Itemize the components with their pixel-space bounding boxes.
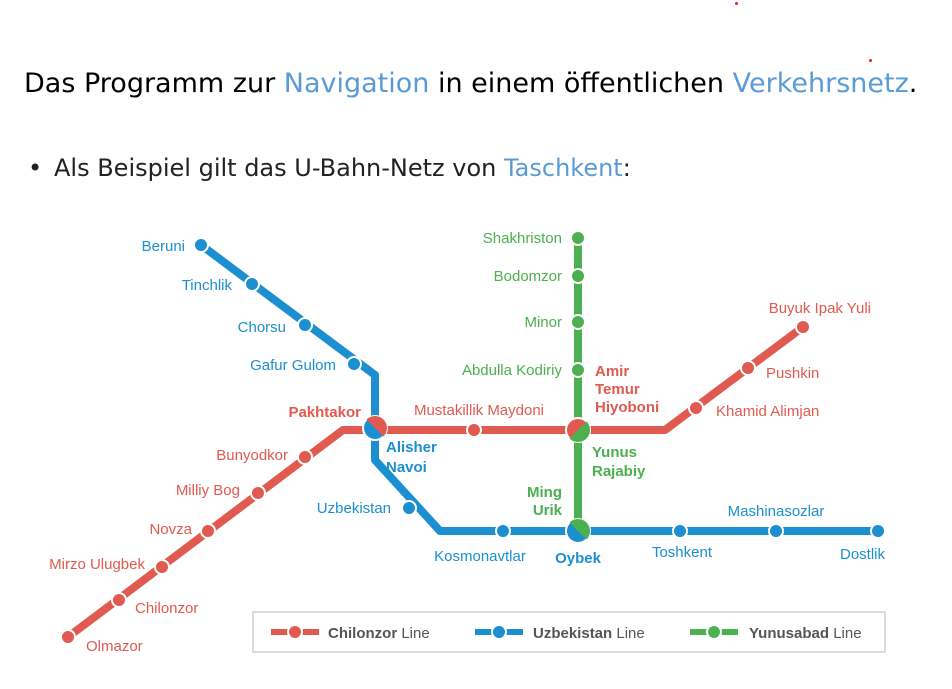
interchange-pakhtakor-alisher-navoi[interactable]	[362, 415, 388, 441]
label-oybek: Oybek	[555, 550, 602, 567]
station-shakhriston[interactable]	[570, 230, 586, 246]
label-shakhriston: Shakhriston	[483, 230, 562, 247]
station-beruni[interactable]	[193, 237, 209, 253]
station-olmazor[interactable]	[60, 629, 76, 645]
label-tinchlik: Tinchlik	[182, 277, 233, 294]
label-amir: Amir	[595, 363, 629, 380]
station-khamid-alimjan[interactable]	[688, 400, 704, 416]
legend-yunusabad-suffix: Line	[829, 625, 862, 642]
label-abdulla-kodiriy: Abdulla Kodiriy	[462, 362, 563, 379]
legend-yunusabad: Yunusabad Line	[690, 624, 862, 642]
station-uzbekistan[interactable]	[401, 500, 417, 516]
label-dostlik: Dostlik	[840, 546, 886, 563]
label-mashinasozlar: Mashinasozlar	[728, 503, 825, 520]
label-bunyodkor: Bunyodkor	[216, 447, 288, 464]
label-gafur-gulom: Gafur Gulom	[250, 357, 336, 374]
legend: Chilonzor Line Uzbekistan Line Yunusabad…	[252, 611, 886, 653]
label-urik: Urik	[533, 502, 563, 519]
label-chorsu: Chorsu	[238, 319, 286, 336]
station-toshkent[interactable]	[672, 523, 688, 539]
station-bodomzor[interactable]	[570, 268, 586, 284]
station-buyuk-ipak-yuli[interactable]	[795, 319, 811, 335]
legend-uzbekistan-name: Uzbekistan	[533, 625, 612, 642]
label-mustakillik-maydoni: Mustakillik Maydoni	[414, 402, 544, 419]
label-uzbekistan: Uzbekistan	[317, 500, 391, 517]
station-kosmonavtlar[interactable]	[495, 523, 511, 539]
station-mashinasozlar[interactable]	[768, 523, 784, 539]
label-yunus: Yunus	[592, 444, 637, 461]
label-temur: Temur	[595, 381, 640, 398]
station-gafur-gulom[interactable]	[346, 356, 362, 372]
svg-text:Yunusabad Line: Yunusabad Line	[749, 625, 862, 642]
station-minor[interactable]	[570, 314, 586, 330]
interchange-amir-temur-yunus-rajabiy[interactable]	[565, 417, 591, 443]
label-kosmonavtlar: Kosmonavtlar	[434, 548, 526, 565]
station-tinchlik[interactable]	[244, 276, 260, 292]
label-toshkent: Toshkent	[652, 544, 713, 561]
label-khamid-alimjan: Khamid Alimjan	[716, 403, 819, 420]
label-hiyoboni: Hiyoboni	[595, 399, 659, 416]
svg-text:Chilonzor Line: Chilonzor Line	[328, 625, 430, 642]
label-ming: Ming	[527, 484, 562, 501]
label-alisher: Alisher	[386, 439, 437, 456]
legend-yunusabad-name: Yunusabad	[749, 625, 829, 642]
station-dostlik[interactable]	[870, 523, 886, 539]
label-olmazor: Olmazor	[86, 638, 143, 655]
station-pushkin[interactable]	[740, 360, 756, 376]
label-pushkin: Pushkin	[766, 365, 819, 382]
label-navoi: Navoi	[386, 459, 427, 476]
metro-map: Beruni Tinchlik Chorsu Gafur Gulom Alish…	[49, 230, 886, 655]
station-novza[interactable]	[200, 523, 216, 539]
label-novza: Novza	[149, 521, 192, 538]
label-bodomzor: Bodomzor	[494, 268, 562, 285]
label-minor: Minor	[524, 314, 562, 331]
label-chilonzor: Chilonzor	[135, 600, 198, 617]
label-mirzo-ulugbek: Mirzo Ulugbek	[49, 556, 145, 573]
interchange-ming-urik-oybek[interactable]	[565, 518, 591, 544]
label-rajabiy: Rajabiy	[592, 463, 646, 480]
label-pakhtakor: Pakhtakor	[288, 404, 361, 421]
legend-uzbekistan-suffix: Line	[612, 625, 645, 642]
legend-chilonzor-name: Chilonzor	[328, 625, 397, 642]
svg-text:Uzbekistan Line: Uzbekistan Line	[533, 625, 645, 642]
label-buyuk-ipak-yuli: Buyuk Ipak Yuli	[769, 300, 871, 317]
station-chorsu[interactable]	[297, 317, 313, 333]
station-abdulla-kodiriy[interactable]	[570, 362, 586, 378]
label-beruni: Beruni	[142, 238, 185, 255]
label-milliy-bog: Milliy Bog	[176, 482, 240, 499]
station-mirzo-ulugbek[interactable]	[154, 559, 170, 575]
station-bunyodkor[interactable]	[297, 449, 313, 465]
legend-chilonzor-suffix: Line	[397, 625, 430, 642]
station-chilonzor[interactable]	[111, 592, 127, 608]
station-mustakillik-maydoni[interactable]	[466, 422, 482, 438]
legend-chilonzor: Chilonzor Line	[271, 624, 430, 642]
legend-uzbekistan: Uzbekistan Line	[475, 624, 645, 642]
station-milliy-bog[interactable]	[250, 485, 266, 501]
